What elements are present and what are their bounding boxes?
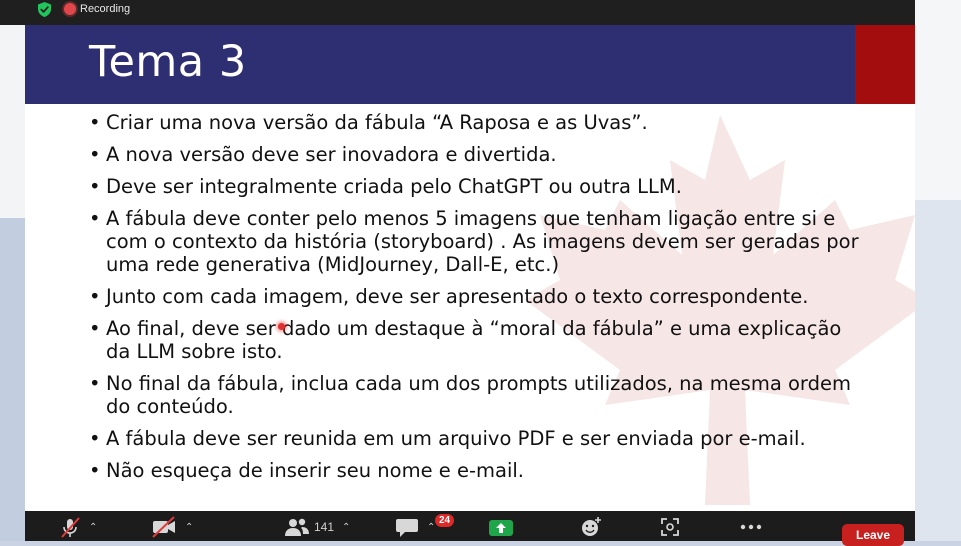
desktop-background-left — [0, 0, 25, 218]
bullet-item: A nova versão deve ser inovadora e diver… — [89, 143, 879, 166]
participants-control[interactable]: 141 ⌃ — [284, 515, 350, 539]
reactions-icon — [582, 517, 601, 536]
more-icon — [740, 524, 762, 530]
participants-icon — [285, 518, 309, 536]
apps-control[interactable] — [660, 515, 680, 539]
slide-header-accent — [855, 25, 915, 104]
slide-title: Tema 3 — [89, 37, 247, 87]
share-screen-button[interactable] — [489, 520, 513, 536]
recording-label: Recording — [80, 3, 131, 15]
chevron-up-icon[interactable]: ⌃ — [342, 522, 350, 533]
bullet-item: Junto com cada imagem, deve ser apresent… — [89, 285, 879, 308]
bullet-item: A fábula deve ser reunida em um arquivo … — [89, 427, 879, 450]
bullet-item: Criar uma nova versão da fábula “A Rapos… — [89, 111, 879, 134]
meeting-top-bar: Recording — [0, 0, 915, 25]
chat-icon — [396, 519, 418, 537]
bullet-item: Não esqueça de inserir seu nome e e-mail… — [89, 459, 879, 482]
mute-control[interactable]: ⌃ — [59, 515, 97, 539]
video-control[interactable]: ⌃ — [151, 515, 193, 539]
chevron-up-icon[interactable]: ⌃ — [427, 522, 435, 533]
bullet-item: A fábula deve conter pelo menos 5 imagen… — [89, 207, 879, 276]
leave-button[interactable]: Leave — [842, 524, 904, 546]
more-control[interactable] — [739, 515, 763, 539]
chevron-up-icon[interactable]: ⌃ — [185, 522, 193, 533]
muted-mic-icon — [61, 517, 80, 538]
meeting-toolbar: ⌃ ⌃ 141 ⌃ ⌃ 24 Leave — [25, 511, 915, 546]
recording-indicator[interactable]: Recording — [64, 1, 130, 17]
chevron-up-icon[interactable]: ⌃ — [89, 522, 97, 533]
video-off-icon — [152, 516, 175, 538]
desktop-background-left-lower — [0, 218, 25, 541]
chat-control[interactable]: ⌃ — [395, 515, 435, 539]
bullet-item: Ao final, deve ser dado um destaque à “m… — [89, 317, 879, 363]
security-shield-icon[interactable] — [36, 1, 53, 18]
slide-bullet-list: Criar uma nova versão da fábula “A Rapos… — [89, 111, 879, 491]
apps-icon — [661, 518, 679, 536]
laser-pointer-dot — [278, 323, 285, 330]
share-screen-icon — [496, 523, 506, 533]
recording-icon — [64, 3, 76, 15]
bullet-item: Deve ser integralmente criada pelo ChatG… — [89, 175, 879, 198]
shared-slide: Tema 3 Criar uma nova versão da fábula “… — [25, 25, 915, 511]
chat-unread-badge: 24 — [435, 514, 455, 527]
desktop-background-right-upper — [915, 0, 961, 200]
slide-header-band: Tema 3 — [25, 25, 855, 104]
bullet-item: No final da fábula, inclua cada um dos p… — [89, 372, 879, 418]
reactions-control[interactable] — [580, 515, 602, 539]
participants-count: 141 — [314, 520, 335, 534]
